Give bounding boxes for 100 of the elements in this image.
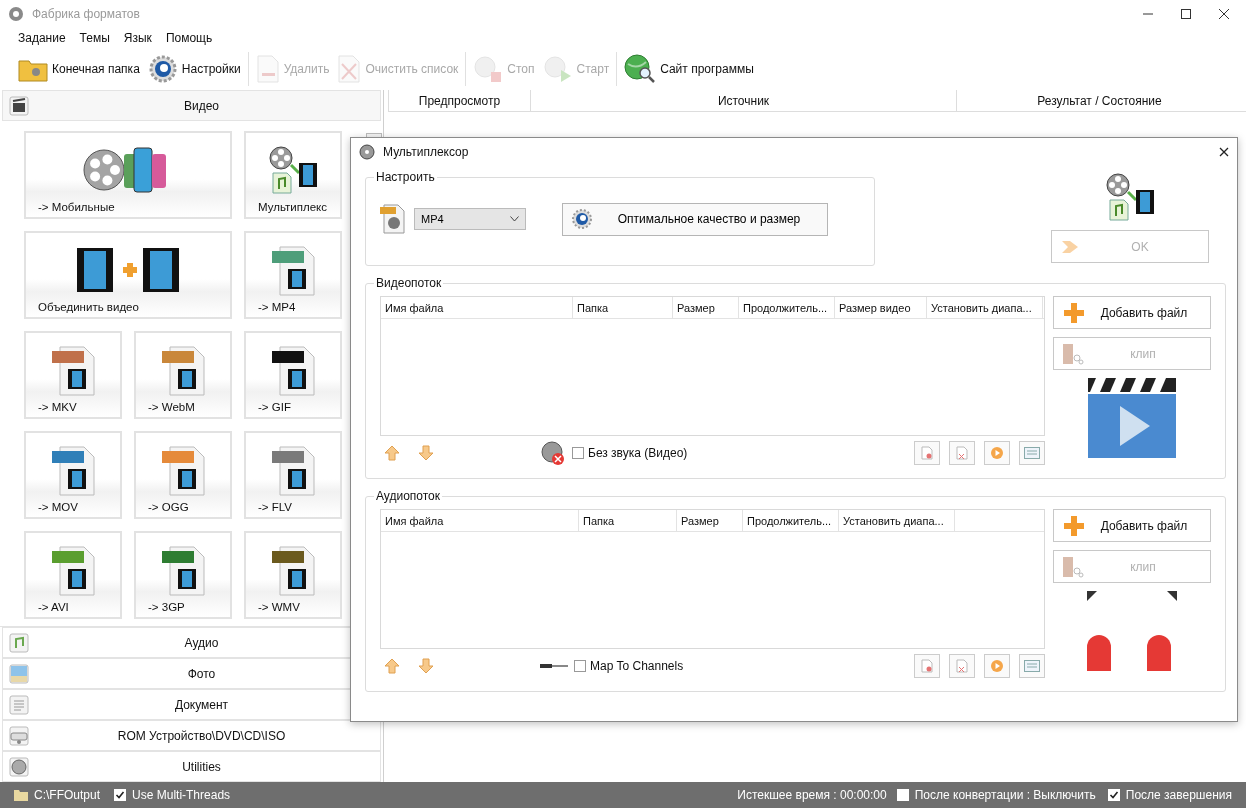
add-file-button[interactable]: Добавить файл (1053, 509, 1211, 542)
tile-label: -> WebM (147, 401, 195, 413)
column-header[interactable]: Источник (530, 90, 956, 111)
tile-label: -> MOV (37, 501, 78, 513)
globe-search-icon (624, 54, 657, 84)
close-icon[interactable] (1218, 8, 1230, 20)
group-label: Аудиопоток (375, 489, 442, 503)
column-header[interactable]: Продолжитель... (739, 297, 835, 318)
tile-label: -> MKV (37, 401, 77, 413)
move-up-icon[interactable] (384, 445, 400, 461)
format-tile[interactable]: -> FLV (244, 431, 342, 519)
settings-icon (571, 208, 593, 230)
checkbox[interactable] (572, 447, 584, 459)
merge-video-icon (77, 248, 179, 292)
category-label: Фото (186, 666, 217, 681)
remove-file-button[interactable] (914, 441, 940, 465)
multiplex-icon (1104, 172, 1156, 222)
multiplex-icon (267, 145, 319, 195)
checkbox-label: После конвертации : Выключить (914, 788, 1096, 802)
close-icon[interactable] (1219, 147, 1229, 157)
audio-jack-icon (540, 661, 568, 671)
play-icon (990, 659, 1004, 673)
document-cross-icon (956, 659, 968, 673)
format-tile[interactable]: -> Мобильные (24, 131, 232, 219)
checkbox-label: Use Multi-Threads (132, 788, 231, 802)
elapsed-time: Истекшее время : 00:00:00 (737, 788, 887, 802)
column-header[interactable]: Установить диапа... (927, 297, 1043, 318)
app-icon (8, 6, 24, 22)
column-header[interactable]: Имя файла (381, 297, 573, 318)
menu-item[interactable]: Помощь (165, 31, 213, 45)
tile-label: -> AVI (37, 601, 69, 613)
column-header[interactable]: Размер видео (835, 297, 927, 318)
toolbar-button[interactable]: Сайт программы (620, 51, 758, 87)
clear-list-button[interactable] (949, 654, 975, 678)
stop-icon (473, 55, 504, 83)
category-header[interactable]: ROM Устройство\DVD\CD\ISO (2, 720, 381, 751)
category-header[interactable]: Видео (2, 90, 381, 121)
document-minus-icon (921, 659, 933, 673)
move-up-icon[interactable] (384, 658, 400, 674)
format-tile[interactable]: Мультиплекс (244, 131, 342, 219)
maximize-icon[interactable] (1180, 8, 1192, 20)
dialog-title: Мультиплексор (383, 145, 470, 159)
properties-button[interactable] (1019, 654, 1045, 678)
checkbox[interactable] (574, 660, 586, 672)
format-tile[interactable]: -> AVI (24, 531, 122, 619)
chevron-down-icon (510, 216, 519, 222)
quality-button[interactable]: Оптимальное качество и размер (562, 202, 828, 236)
move-down-icon[interactable] (418, 445, 434, 461)
format-tile[interactable]: -> WebM (134, 331, 232, 419)
format-tile[interactable]: Объединить видео (24, 231, 232, 319)
move-down-icon[interactable] (418, 658, 434, 674)
window-title: Фабрика форматов (32, 7, 141, 21)
tile-label: -> GIF (257, 401, 291, 413)
toolbar-button[interactable]: Настройки (143, 51, 245, 87)
column-header[interactable]: Размер (677, 510, 743, 531)
format-tile[interactable]: -> WMV (244, 531, 342, 619)
checkbox-label: Map To Channels (590, 659, 684, 673)
column-header[interactable]: Папка (573, 297, 673, 318)
format-dropdown[interactable]: MP4 (414, 208, 526, 230)
column-header[interactable]: Размер (673, 297, 739, 318)
column-header[interactable]: Результат / Состояние (956, 90, 1242, 111)
toolbar-button[interactable]: Конечная папка (14, 51, 144, 87)
column-header[interactable]: Имя файла (381, 510, 579, 531)
tile-label: -> Мобильные (37, 201, 115, 213)
menu-item[interactable]: Темы (79, 31, 110, 45)
remove-file-button[interactable] (914, 654, 940, 678)
column-header[interactable]: Папка (579, 510, 677, 531)
format-tile[interactable]: -> OGG (134, 431, 232, 519)
category-label: Аудио (183, 635, 220, 650)
properties-button[interactable] (1019, 441, 1045, 465)
tile-label: -> FLV (257, 501, 292, 513)
photo-icon (9, 663, 29, 684)
play-button[interactable] (984, 654, 1010, 678)
tile-label: -> WMV (257, 601, 300, 613)
format-tile[interactable]: -> MKV (24, 331, 122, 419)
column-header[interactable]: Продолжитель... (743, 510, 839, 531)
category-label: ROM Устройство\DVD\CD\ISO (116, 728, 287, 743)
menu-item[interactable]: Язык (123, 31, 152, 45)
folder-icon (14, 789, 28, 801)
document-icon (9, 694, 29, 715)
tile-label: -> 3GP (147, 601, 185, 613)
play-button[interactable] (984, 441, 1010, 465)
clear-list-button[interactable] (949, 441, 975, 465)
format-tile[interactable]: -> MP4 (244, 231, 342, 319)
category-header[interactable]: Utilities (2, 751, 381, 782)
checkbox-label: Без звука (Видео) (588, 446, 688, 460)
plus-icon (1062, 513, 1086, 538)
category-label: Utilities (181, 759, 222, 774)
mute-icon (540, 440, 566, 466)
tile-label: Объединить видео (37, 301, 139, 313)
format-tile[interactable]: -> 3GP (134, 531, 232, 619)
column-header[interactable]: Предпросмотр (388, 90, 530, 111)
disc-drive-icon (9, 725, 29, 746)
add-file-button[interactable]: Добавить файл (1053, 296, 1211, 329)
menu-item[interactable]: Задание (18, 31, 66, 45)
clapperboard-play-icon (1088, 378, 1176, 458)
document-cross-icon (956, 446, 968, 460)
column-header[interactable]: Установить диапа... (839, 510, 955, 531)
format-tile[interactable]: -> GIF (244, 331, 342, 419)
format-tile[interactable]: -> MOV (24, 431, 122, 519)
